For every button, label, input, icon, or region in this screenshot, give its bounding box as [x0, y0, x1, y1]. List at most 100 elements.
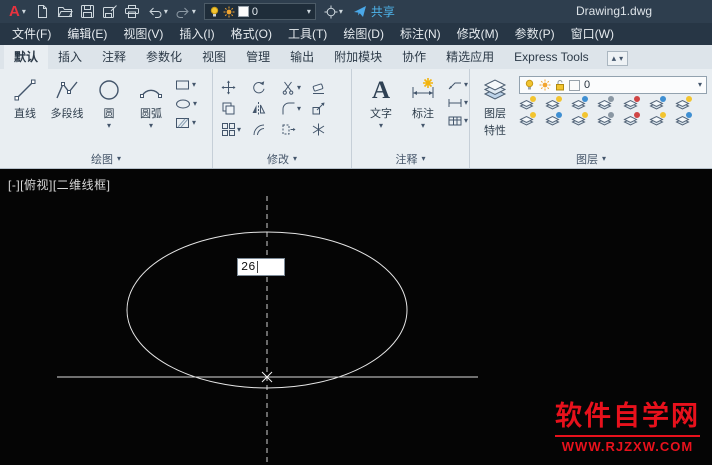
layer-off-button[interactable]: [519, 98, 534, 110]
layer-thaw-button[interactable]: [545, 114, 560, 126]
erase-tool-button[interactable]: [311, 80, 341, 95]
save-button[interactable]: [77, 2, 98, 21]
layer-prev-button[interactable]: [649, 98, 664, 110]
menu-file[interactable]: 文件(F): [4, 23, 59, 45]
open-file-button[interactable]: [54, 2, 76, 21]
save-as-button[interactable]: [99, 2, 120, 21]
table-tool-button[interactable]: ▾: [448, 116, 468, 126]
layer-unlock-button[interactable]: [597, 114, 612, 126]
layer-tools-row-2: [519, 114, 707, 126]
panel-annotate: A 文字 ▾ 标注 ▾ ▾ ▾ ▾ 注释 ▾: [352, 69, 470, 168]
circle-tool-button[interactable]: 圆 ▾: [88, 69, 130, 130]
undo-button[interactable]: ▾: [144, 3, 171, 21]
arc-tool-button[interactable]: 圆弧 ▾: [130, 69, 172, 130]
circle-icon: [96, 77, 122, 103]
menu-parametric[interactable]: 参数(P): [507, 23, 563, 45]
dimension-style-button[interactable]: ▾: [448, 98, 468, 108]
panel-title-layers[interactable]: 图层 ▾: [470, 149, 712, 168]
tab-featured-apps[interactable]: 精选应用: [436, 45, 504, 69]
tab-collaborate[interactable]: 协作: [392, 45, 436, 69]
stretch-icon: [281, 122, 296, 137]
dimension-tool-button[interactable]: 标注 ▾: [402, 69, 444, 130]
move-tool-button[interactable]: [221, 80, 251, 95]
panel-title-annotate[interactable]: 注释 ▾: [352, 149, 469, 168]
layer-lock-button[interactable]: [597, 98, 612, 110]
panel-title-draw[interactable]: 绘图 ▾: [0, 149, 212, 168]
line-tool-button[interactable]: 直线: [4, 69, 46, 121]
layer-merge-button[interactable]: [649, 114, 664, 126]
panel-layers: 图层 特性 0 ▾: [470, 69, 712, 168]
object-snap-button[interactable]: ▾: [321, 3, 346, 21]
menu-dimension[interactable]: 标注(N): [392, 23, 449, 45]
layer-freeze-button[interactable]: [571, 98, 586, 110]
fillet-tool-button[interactable]: ▾: [281, 101, 311, 116]
undo-icon: [147, 5, 163, 19]
trim-tool-button[interactable]: ▾: [281, 80, 311, 95]
array-tool-button[interactable]: ▾: [221, 122, 251, 137]
tab-insert[interactable]: 插入: [48, 45, 92, 69]
redo-button[interactable]: ▾: [172, 3, 199, 21]
app-menu-button[interactable]: A ▾: [4, 4, 31, 19]
chevron-down-icon: ▾: [107, 122, 111, 130]
menu-view[interactable]: 视图(V): [115, 23, 171, 45]
menu-tools[interactable]: 工具(T): [280, 23, 335, 45]
menu-modify[interactable]: 修改(M): [449, 23, 507, 45]
menu-draw[interactable]: 绘图(D): [335, 23, 392, 45]
layer-current-button[interactable]: [623, 114, 638, 126]
dynamic-input-field[interactable]: 26: [237, 258, 285, 276]
rectangle-tool-button[interactable]: ▾: [175, 79, 197, 91]
layer-dropdown[interactable]: 0 ▾: [519, 76, 707, 94]
explode-tool-button[interactable]: [311, 122, 341, 137]
paper-plane-icon: [353, 5, 367, 18]
panel-title-modify[interactable]: 修改 ▾: [213, 149, 351, 168]
tab-express-tools[interactable]: Express Tools: [504, 45, 598, 69]
tab-parametric[interactable]: 参数化: [136, 45, 192, 69]
mirror-tool-button[interactable]: [251, 101, 281, 116]
tab-annotate[interactable]: 注释: [92, 45, 136, 69]
rotate-tool-button[interactable]: [251, 80, 281, 95]
ribbon-tab-bar: 默认 插入 注释 参数化 视图 管理 输出 附加模块 协作 精选应用 Expre…: [0, 45, 712, 69]
tab-output[interactable]: 输出: [280, 45, 324, 69]
fillet-icon: [281, 101, 296, 116]
watermark: 软件自学网 WWW.RJZXW.COM: [555, 402, 700, 454]
layer-tools-row-1: [519, 98, 707, 110]
hatch-tool-button[interactable]: ▾: [175, 117, 197, 129]
scale-tool-button[interactable]: [311, 101, 341, 116]
leader-tool-button[interactable]: ▾: [448, 80, 468, 90]
ellipse-entity: [127, 232, 407, 388]
autocad-window: A ▾ ▾ ▾ 0 ▾ ▾ 共享 Drawing1.dwg 文件(F) 编辑(E…: [0, 0, 712, 465]
ribbon-collapse-button[interactable]: ▴ ▾: [607, 51, 629, 66]
array-icon: [221, 122, 236, 137]
layer-properties-button[interactable]: 图层 特性: [474, 69, 516, 138]
copy-tool-button[interactable]: [221, 101, 251, 116]
stretch-tool-button[interactable]: [281, 122, 311, 137]
layer-isolate-button[interactable]: [545, 98, 560, 110]
ellipse-tool-button[interactable]: ▾: [175, 98, 197, 110]
tab-view[interactable]: 视图: [192, 45, 236, 69]
viewport-controls[interactable]: [-][俯视][二维线框]: [8, 176, 111, 193]
menu-edit[interactable]: 编辑(E): [59, 23, 115, 45]
new-file-icon: [35, 4, 50, 19]
layer-delete-button[interactable]: [675, 114, 690, 126]
new-file-button[interactable]: [32, 2, 53, 21]
chevron-down-icon: ▾: [339, 8, 343, 16]
menu-insert[interactable]: 插入(I): [171, 23, 222, 45]
layer-walk-button[interactable]: [675, 98, 690, 110]
menu-format[interactable]: 格式(O): [223, 23, 280, 45]
arc-tool-label: 圆弧: [140, 105, 162, 121]
plot-button[interactable]: [121, 2, 143, 21]
layer-on-button[interactable]: [571, 114, 586, 126]
polyline-tool-button[interactable]: 多段线: [46, 69, 88, 121]
layer-unisolate-button[interactable]: [519, 114, 534, 126]
tab-home[interactable]: 默认: [4, 45, 48, 69]
qat-layer-dropdown[interactable]: 0 ▾: [204, 3, 316, 20]
tab-addins[interactable]: 附加模块: [324, 45, 392, 69]
drawing-canvas[interactable]: [-][俯视][二维线框] 26 软件自学网 WWW.RJZXW.COM: [0, 169, 712, 465]
share-button[interactable]: 共享: [347, 3, 401, 20]
layer-match-button[interactable]: [623, 98, 638, 110]
offset-tool-button[interactable]: [251, 122, 281, 137]
chevron-down-icon: ▾: [698, 81, 702, 89]
menu-window[interactable]: 窗口(W): [563, 23, 622, 45]
tab-manage[interactable]: 管理: [236, 45, 280, 69]
text-tool-button[interactable]: A 文字 ▾: [360, 69, 402, 130]
